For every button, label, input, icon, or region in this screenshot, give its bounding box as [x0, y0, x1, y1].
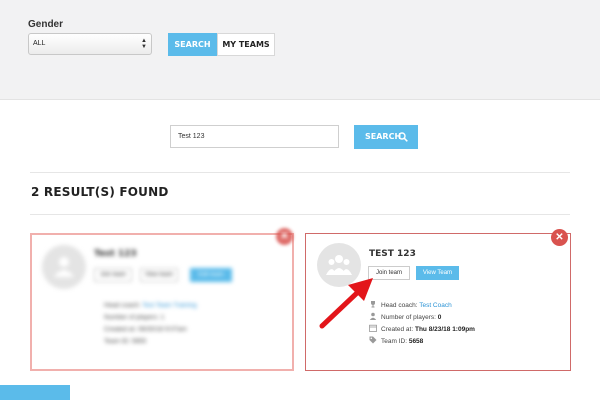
team-info: Head coach: Test Coach Number of players… [369, 300, 475, 348]
created-label: Created at: [104, 326, 137, 333]
team-card: TEST 123 Join team View Team Head coach:… [305, 233, 571, 371]
players-count: 0 [437, 314, 442, 321]
gender-label: Gender [28, 19, 64, 30]
join-team-button[interactable]: Join team [94, 268, 132, 282]
view-team-button[interactable]: View Team [416, 266, 459, 280]
tag-icon [92, 336, 100, 344]
bottom-button[interactable] [0, 385, 70, 400]
players-label: Number of players: [381, 314, 436, 321]
team-card: Test 123 Join team View team Edit team H… [30, 233, 294, 371]
join-team-button[interactable]: Join team [368, 266, 410, 280]
created-value: 08/30/18 9:07am [137, 326, 187, 333]
edit-team-button[interactable]: Edit team [190, 268, 232, 282]
filter-bar: Gender ALL ▲ ▼ SEARCH MY TEAMS [0, 0, 600, 100]
team-id-value: 5658 [408, 338, 424, 345]
team-id-label: Team ID: [381, 338, 408, 345]
close-icon[interactable]: ✕ [551, 229, 568, 246]
view-team-button[interactable]: View team [140, 268, 178, 282]
created-value: Thu 8/23/18 1:09pm [414, 326, 475, 333]
team-id-row: Team ID: 5655 [92, 336, 197, 348]
team-group-icon [42, 245, 86, 289]
players-row: Number of players: 1 [92, 312, 197, 324]
team-id-value: 5655 [131, 338, 147, 345]
calendar-icon [369, 324, 377, 332]
search-input[interactable]: Test 123 [170, 125, 339, 148]
head-coach-link[interactable]: Test Coach [419, 302, 452, 309]
tab-my-teams[interactable]: MY TEAMS [217, 33, 275, 56]
sort-arrows-icon: ▲ ▼ [141, 38, 147, 50]
tag-icon [369, 336, 377, 344]
created-row: Created at: Thu 8/23/18 1:09pm [369, 324, 475, 336]
team-group-icon [317, 243, 361, 287]
team-info: Head coach: Test Team Training Number of… [92, 300, 197, 348]
gender-select[interactable]: ALL ▲ ▼ [28, 33, 152, 55]
divider [30, 172, 570, 173]
team-name: Test 123 [94, 249, 137, 259]
team-name: TEST 123 [369, 249, 416, 259]
user-icon [369, 312, 377, 320]
team-id-label: Team ID: [104, 338, 131, 345]
team-id-row: Team ID: 5658 [369, 336, 475, 348]
results-heading: 2 RESULT(S) FOUND [31, 185, 169, 199]
tab-search[interactable]: SEARCH [168, 33, 217, 56]
head-coach-row: Head coach: Test Coach [369, 300, 475, 312]
players-row: Number of players: 0 [369, 312, 475, 324]
players-count: 1 [160, 314, 165, 321]
head-coach-link[interactable]: Test Team Training [142, 302, 196, 309]
head-coach-label: Head coach: [104, 302, 141, 309]
created-row: Created at: 08/30/18 9:07am [92, 324, 197, 336]
calendar-icon [92, 324, 100, 332]
players-label: Number of players: [104, 314, 159, 321]
divider [30, 214, 570, 215]
gender-select-value: ALL [33, 40, 46, 47]
trophy-icon [371, 301, 375, 308]
head-coach-row: Head coach: Test Team Training [92, 300, 197, 312]
close-icon[interactable]: ✕ [276, 228, 293, 245]
user-icon [92, 312, 100, 320]
head-coach-label: Head coach: [381, 302, 418, 309]
search-button[interactable]: SEARCH [354, 125, 418, 149]
trophy-icon [92, 300, 100, 308]
search-button-label: SEARCH [365, 132, 402, 141]
created-label: Created at: [381, 326, 414, 333]
magnifier-icon [398, 132, 408, 142]
